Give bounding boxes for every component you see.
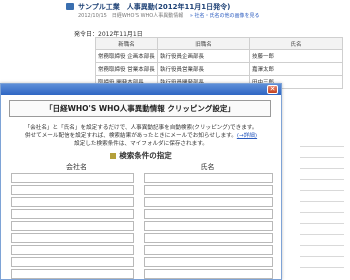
table-header-new-title: 新職名 <box>95 37 158 50</box>
company-name-input[interactable] <box>11 209 134 219</box>
table-row: 常務取締役 営業本部長 執行役員営業部長 嘉澤太郎 <box>95 62 343 76</box>
company-name-input[interactable] <box>11 173 134 183</box>
personnel-table: 新職名 旧職名 氏名 常務取締役 企画本部長 執行役員企画部長 技藤一郎 常務取… <box>95 37 343 89</box>
article-other-images-link[interactable]: » 社名・氏名の他の画像を見る <box>190 13 260 19</box>
company-column-header: 会社名 <box>66 163 87 171</box>
table-cell: 常務取締役 営業本部長 <box>95 62 158 76</box>
company-name-input[interactable] <box>11 245 134 255</box>
table-cell: 執行役員営業部長 <box>157 62 250 76</box>
company-name-input[interactable] <box>11 269 134 279</box>
table-cell: 嘉澤太郎 <box>249 62 343 76</box>
person-name-input[interactable] <box>144 209 273 219</box>
article-subtitle-text: 2012/10/15 日経WHO'S WHO人事異動情報 <box>78 13 189 19</box>
condition-row <box>11 209 273 220</box>
search-conditions-heading: 検索条件の指定 <box>1 150 281 161</box>
article-title: サンプル工業 人事異動(2012年11月1日発令) <box>78 3 231 11</box>
company-name-input[interactable] <box>11 257 134 267</box>
article-header: サンプル工業 人事異動(2012年11月1日発令) 2012/10/15 日経W… <box>66 2 350 24</box>
condition-row <box>11 257 273 268</box>
description-line-text: 併せてメール配信を設定すれば、検索結果があったときにメールでお知らせします。 <box>24 133 237 139</box>
condition-row <box>11 185 273 196</box>
close-icon[interactable]: ✕ <box>267 85 278 94</box>
dialog-description: 「会社名」と「氏名」を設定するだけで、人事異動記事を自動検索(クリッピング)でき… <box>9 124 273 148</box>
company-name-input[interactable] <box>11 233 134 243</box>
search-conditions-label: 検索条件の指定 <box>119 151 172 160</box>
person-name-input[interactable] <box>144 245 273 255</box>
dialog-heading: 「日経WHO'S WHO人事異動情報 クリッピング設定」 <box>9 100 271 117</box>
condition-row <box>11 233 273 244</box>
person-name-input[interactable] <box>144 185 273 195</box>
square-bullet-icon <box>110 153 117 159</box>
condition-row <box>11 173 273 184</box>
description-line: 設定した検索条件は、マイフォルダに保存されます。 <box>74 141 208 147</box>
person-name-input[interactable] <box>144 257 273 267</box>
condition-row <box>11 269 273 280</box>
table-header-row: 新職名 旧職名 氏名 <box>95 37 343 50</box>
article-icon <box>66 3 74 10</box>
person-name-input[interactable] <box>144 233 273 243</box>
description-line-2: 併せてメール配信を設定すれば、検索結果があったときにメールでお知らせします。(→… <box>9 132 273 140</box>
table-cell: 技藤一郎 <box>249 49 343 63</box>
table-cell: 執行役員企画部長 <box>157 49 250 63</box>
company-name-input[interactable] <box>11 221 134 231</box>
person-name-input[interactable] <box>144 197 273 207</box>
table-header-old-title: 旧職名 <box>157 37 250 50</box>
company-name-input[interactable] <box>11 197 134 207</box>
dialog-titlebar: ✕ <box>1 84 281 95</box>
details-link[interactable]: (→詳細) <box>237 133 257 139</box>
description-line: 「会社名」と「氏名」を設定するだけで、人事異動記事を自動検索(クリッピング)でき… <box>24 125 258 131</box>
condition-row <box>11 197 273 208</box>
person-name-input[interactable] <box>144 221 273 231</box>
person-name-input[interactable] <box>144 269 273 279</box>
clipping-settings-dialog: ✕ 「日経WHO'S WHO人事異動情報 クリッピング設定」 「会社名」と「氏名… <box>0 83 282 280</box>
condition-row <box>11 245 273 256</box>
company-name-input[interactable] <box>11 185 134 195</box>
table-header-name: 氏名 <box>249 37 343 50</box>
background-rule-lines <box>300 136 344 276</box>
condition-row <box>11 221 273 232</box>
name-column-header: 氏名 <box>200 163 215 171</box>
table-row: 常務取締役 企画本部長 執行役員企画部長 技藤一郎 <box>95 49 343 63</box>
article-subtitle: 2012/10/15 日経WHO'S WHO人事異動情報 » 社名・氏名の他の画… <box>78 12 260 19</box>
person-name-input[interactable] <box>144 173 273 183</box>
table-cell: 常務取締役 企画本部長 <box>95 49 158 63</box>
